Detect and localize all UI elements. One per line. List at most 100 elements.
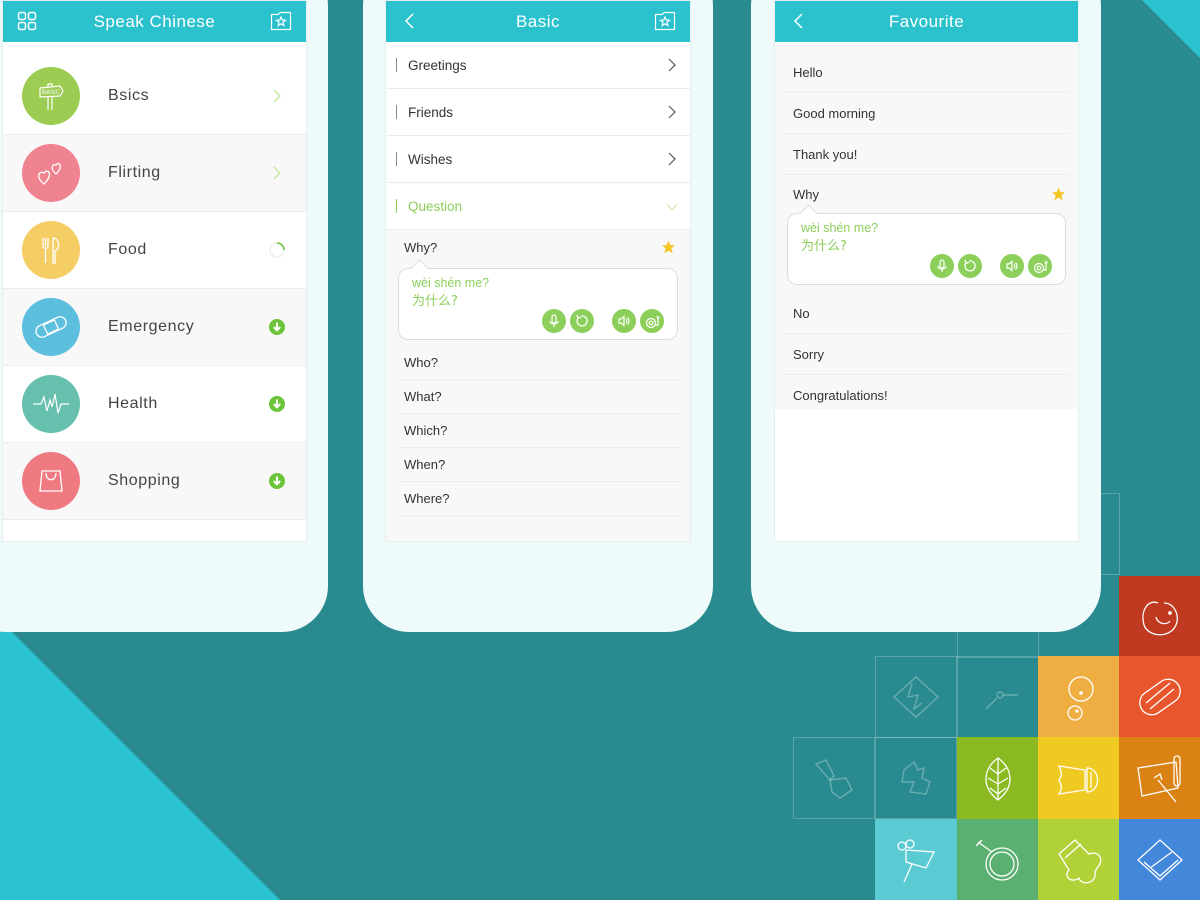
back-chevron-icon[interactable] — [400, 11, 420, 31]
category-item-shopping[interactable]: Shopping — [3, 443, 306, 520]
svg-text:BASIC: BASIC — [42, 89, 60, 96]
category-list: BASIC Bsics Flirting Food Emergency Heal… — [3, 58, 306, 520]
favourite-phrase-list: Hello Good morning Thank you! Why wèi sh… — [775, 42, 1078, 409]
replay-icon[interactable] — [958, 254, 982, 278]
star-icon[interactable] — [1051, 187, 1066, 202]
download-icon[interactable] — [268, 395, 286, 413]
phrase-item[interactable]: Where? — [396, 482, 680, 516]
section-friends[interactable]: Friends — [386, 89, 690, 136]
tile-mirror — [957, 819, 1039, 900]
bandage-icon — [22, 298, 80, 356]
phrase-item[interactable]: Congratulations! — [783, 375, 1070, 416]
section-marker — [396, 58, 397, 72]
download-icon[interactable] — [268, 318, 286, 336]
tile-book — [1119, 819, 1200, 900]
pinyin-text: wèi shén me? — [412, 276, 490, 290]
phrase-text: Why? — [404, 239, 438, 255]
phrase-item[interactable]: When? — [396, 448, 680, 482]
ghost-tile-tree — [875, 737, 957, 819]
translation-bubble: wèi shén me? 为什么? — [398, 268, 678, 340]
tile-peach — [1038, 656, 1120, 738]
phrase-text: Where? — [404, 491, 450, 506]
tile-leaf — [957, 737, 1039, 819]
section-marker — [396, 199, 397, 213]
phrase-item[interactable]: Thank you! — [783, 134, 1070, 175]
tile-shuttlecock — [1038, 737, 1120, 819]
pinyin-text: wèi shén me? — [801, 221, 879, 235]
basic-signpost-icon: BASIC — [22, 67, 80, 125]
hanzi-text: 为什么? — [801, 239, 847, 254]
section-label: Question — [408, 198, 463, 214]
audio-controls — [926, 254, 1052, 278]
tile-hotdog — [1119, 656, 1200, 738]
category-item-food[interactable]: Food — [3, 212, 306, 289]
phrase-item[interactable]: Hello — [783, 52, 1070, 93]
category-label: Flirting — [108, 164, 161, 181]
screen-favourite: Favourite Hello Good morning Thank you! … — [774, 0, 1079, 542]
back-chevron-icon[interactable] — [789, 11, 809, 31]
loading-spinner-icon — [268, 241, 286, 259]
phrase-item[interactable]: No — [783, 293, 1070, 334]
screen-categories: Speak Chinese BASIC Bsics Flirting Food — [2, 0, 307, 542]
chevron-down-icon — [666, 199, 678, 213]
tile-scroll-brush — [1119, 737, 1200, 819]
phrase-text: No — [793, 305, 810, 321]
replay-icon[interactable] — [570, 309, 594, 333]
hanzi-text: 为什么? — [412, 294, 458, 309]
section-wishes[interactable]: Wishes — [386, 136, 690, 183]
app-title: Speak Chinese — [93, 11, 216, 31]
screen-title: Favourite — [888, 11, 965, 31]
phrase-text: Congratulations! — [793, 388, 888, 403]
heartbeat-icon — [22, 375, 80, 433]
speaker-icon[interactable] — [612, 309, 636, 333]
section-marker — [396, 152, 397, 166]
record-mic-icon[interactable] — [930, 254, 954, 278]
phrase-item-expanded[interactable]: Why? — [396, 230, 680, 264]
phrase-text: When? — [404, 457, 446, 472]
phrase-text: Which? — [404, 423, 448, 438]
phrase-item[interactable]: What? — [396, 380, 680, 414]
category-item-flirting[interactable]: Flirting — [3, 135, 306, 212]
section-label: Friends — [408, 104, 454, 120]
slow-snail-icon[interactable] — [640, 309, 664, 333]
phrase-text: Why — [793, 186, 819, 202]
ghost-tile-shovel — [793, 737, 875, 819]
category-label: Food — [108, 241, 147, 258]
category-label: Shopping — [108, 472, 181, 489]
app-bar: Basic — [386, 1, 690, 42]
phrase-text: Sorry — [793, 346, 825, 362]
translation-bubble: wèi shén me? 为什么? — [787, 213, 1066, 285]
app-bar: Speak Chinese — [3, 1, 306, 42]
slow-snail-icon[interactable] — [1028, 254, 1052, 278]
category-item-basics[interactable]: BASIC Bsics — [3, 58, 306, 135]
star-icon[interactable] — [661, 240, 676, 255]
phrase-item-expanded[interactable]: Why — [783, 175, 1070, 213]
screen-basic: Basic Greetings Friends Wishes Question … — [385, 0, 691, 542]
phrase-item[interactable]: Sorry — [783, 334, 1070, 375]
section-label: Greetings — [408, 57, 467, 73]
category-item-emergency[interactable]: Emergency — [3, 289, 306, 366]
record-mic-icon[interactable] — [542, 309, 566, 333]
category-label: Bsics — [108, 87, 150, 104]
section-marker — [396, 105, 397, 119]
download-icon[interactable] — [268, 472, 286, 490]
phrase-text: Hello — [793, 64, 823, 80]
grid-menu-icon[interactable] — [17, 11, 37, 31]
phrase-item[interactable]: Good morning — [783, 93, 1070, 134]
favourite-folder-icon[interactable] — [270, 11, 292, 31]
favourite-folder-icon[interactable] — [654, 11, 676, 31]
tile-chick — [1119, 576, 1200, 658]
hearts-icon — [22, 144, 80, 202]
section-greetings[interactable]: Greetings — [386, 42, 690, 89]
phrase-item[interactable]: Which? — [396, 414, 680, 448]
question-phrase-list: Why? wèi shén me? 为什么? Who? What? Which?… — [386, 230, 690, 541]
section-question[interactable]: Question — [386, 183, 690, 230]
speaker-icon[interactable] — [1000, 254, 1024, 278]
phrase-text: Good morning — [793, 105, 876, 121]
phrase-text: Who? — [404, 355, 438, 370]
section-label: Wishes — [408, 151, 453, 167]
category-label: Health — [108, 395, 158, 412]
tile-mitten — [1038, 819, 1120, 900]
category-item-health[interactable]: Health — [3, 366, 306, 443]
phrase-item[interactable]: Who? — [396, 346, 680, 380]
